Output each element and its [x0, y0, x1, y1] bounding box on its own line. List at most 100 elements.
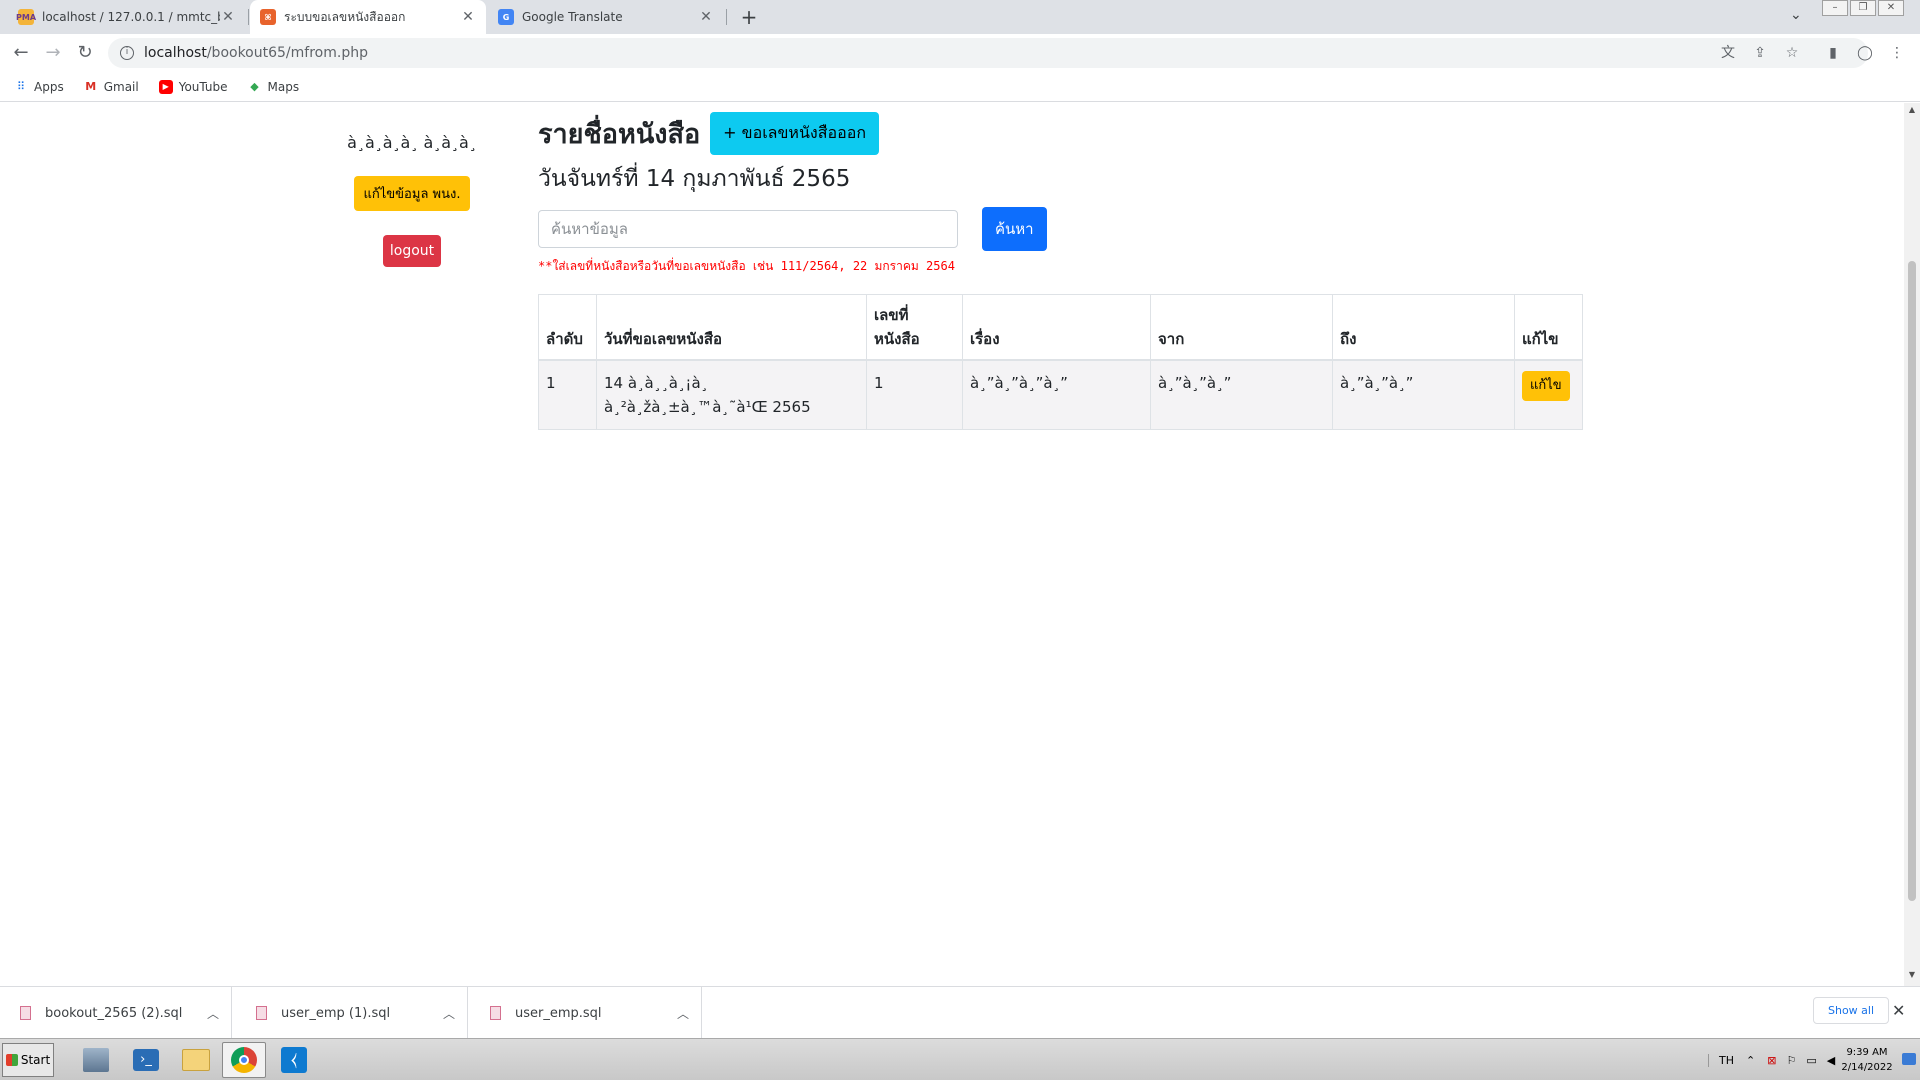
minimize-button[interactable]: –	[1822, 0, 1848, 16]
scroll-up-arrow-icon[interactable]: ▲	[1904, 105, 1920, 119]
chevron-up-icon[interactable]: ︿	[443, 1005, 467, 1022]
powershell-icon: ›_	[133, 1049, 159, 1071]
folder-icon	[182, 1049, 210, 1071]
restore-button[interactable]: ❐	[1850, 0, 1876, 16]
browser-toolbar: ← → ↻ i localhost/bookout65/mfrom.php 文 …	[0, 34, 1920, 72]
bookmark-label: Maps	[267, 79, 300, 94]
youtube-icon: ▶	[158, 79, 173, 94]
page-title: รายชื่อหนังสือ	[538, 119, 701, 150]
apps-grid-icon: ⠿	[16, 80, 26, 93]
download-filename: bookout_2565 (2).sql	[45, 1005, 183, 1021]
reload-icon[interactable]: ↻	[74, 42, 96, 64]
edit-row-button[interactable]: แก้ไข	[1522, 371, 1570, 401]
main-content: รายชื่อหนังสือ + ขอเลขหนังสือออก วันจันท…	[538, 103, 1583, 430]
phpmyadmin-icon: PMA	[16, 9, 36, 25]
gmail-icon: M	[85, 80, 97, 93]
tab-title: localhost / 127.0.0.1 / mmtc_bookou	[42, 10, 220, 24]
tab-title: ระบบขอเลขหนังสือออก	[284, 9, 406, 24]
table-header-row: ลำดับ วันที่ขอเลขหนังสือ เลขที่ หนังสือ …	[538, 294, 1583, 361]
current-date: วันจันทร์ที่ 14 กุมภาพันธ์ 2565	[538, 166, 851, 192]
bookmark-youtube[interactable]: ▶ YouTube	[158, 79, 228, 94]
search-input[interactable]	[538, 210, 958, 248]
taskbar-server-manager[interactable]	[74, 1042, 118, 1078]
download-filename: user_emp.sql	[515, 1005, 602, 1021]
download-item[interactable]: user_emp (1).sql ︿	[236, 987, 468, 1039]
close-window-button[interactable]: ✕	[1878, 0, 1904, 16]
share-icon[interactable]: ⇪	[1750, 43, 1770, 63]
col-header-no: ลำดับ	[538, 294, 597, 361]
cell-to: à¸”à¸”à¸”	[1332, 359, 1515, 430]
display-icon[interactable]: ▭	[1806, 1054, 1816, 1067]
action-center-flag-icon[interactable]: ⚐	[1786, 1054, 1796, 1067]
taskbar-file-explorer[interactable]	[174, 1042, 218, 1078]
close-icon[interactable]: ✕	[698, 9, 714, 25]
cell-subject: à¸”à¸”à¸”à¸”	[962, 359, 1151, 430]
volume-icon[interactable]: ◀	[1827, 1054, 1835, 1067]
tab-google-translate[interactable]: G Google Translate ✕	[488, 0, 724, 34]
close-icon[interactable]: ✕	[1892, 1001, 1905, 1020]
download-item[interactable]: user_emp.sql ︿	[470, 987, 702, 1039]
bookmark-label: Gmail	[103, 79, 139, 94]
show-all-downloads-button[interactable]: Show all	[1813, 997, 1890, 1024]
side-panel-icon[interactable]: ▮	[1823, 43, 1843, 63]
scrollbar-thumb[interactable]	[1908, 261, 1916, 901]
menu-kebab-icon[interactable]: ⋮	[1887, 43, 1907, 63]
cell-edit: แก้ไข	[1514, 359, 1583, 430]
taskbar-powershell[interactable]: ›_	[124, 1042, 168, 1078]
col-header-to: ถึง	[1332, 294, 1515, 361]
system-tray: TH ⌃ ⊠ ⚐ ▭ ◀	[1708, 1039, 1835, 1080]
close-icon[interactable]: ✕	[220, 9, 236, 25]
downloads-bar: bookout_2565 (2).sql ︿ user_emp (1).sql …	[0, 986, 1920, 1039]
bookmark-gmail[interactable]: M Gmail	[84, 80, 139, 94]
star-icon[interactable]: ☆	[1782, 43, 1802, 63]
col-header-doc-no: เลขที่ หนังสือ	[866, 294, 963, 361]
tab-search-chevron-icon[interactable]: ⌄	[1790, 7, 1802, 23]
search-hint: **ใส่เลขที่หนังสือหรือวันที่ขอเลขหนังสือ…	[538, 259, 955, 273]
logout-button[interactable]: logout	[382, 235, 442, 267]
download-item[interactable]: bookout_2565 (2).sql ︿	[0, 987, 232, 1039]
tab-title: Google Translate	[522, 10, 623, 24]
add-book-number-button[interactable]: + ขอเลขหนังสือออก	[710, 112, 879, 155]
browser-tab-strip: PMA localhost / 127.0.0.1 / mmtc_bookou …	[0, 0, 1920, 34]
page-scrollbar[interactable]: ▲ ▼	[1904, 103, 1920, 986]
server-manager-icon	[83, 1048, 109, 1072]
notification-icon[interactable]	[1902, 1053, 1916, 1065]
taskbar-vscode[interactable]: ⧼	[272, 1042, 316, 1078]
address-bar[interactable]: i localhost/bookout65/mfrom.php	[108, 38, 1868, 68]
forward-arrow-icon[interactable]: →	[42, 42, 64, 64]
edit-profile-button[interactable]: แก้ไขข้อมูล พนง.	[353, 176, 471, 211]
search-button[interactable]: ค้นหา	[982, 207, 1047, 251]
taskbar-chrome[interactable]	[222, 1042, 266, 1078]
close-icon[interactable]: ✕	[460, 9, 476, 25]
tab-bookout[interactable]: ⌘ ระบบขอเลขหนังสือออก ✕	[250, 0, 486, 34]
input-language[interactable]: TH	[1708, 1053, 1744, 1067]
translate-icon: G	[498, 9, 514, 25]
col-header-subject: เรื่อง	[962, 294, 1151, 361]
col-header-date: วันที่ขอเลขหนังสือ	[596, 294, 867, 361]
url-host: localhost	[144, 45, 207, 61]
scroll-down-arrow-icon[interactable]: ▼	[1904, 970, 1920, 984]
url-path: /bookout65/mfrom.php	[206, 45, 368, 61]
window-controls: – ❐ ✕	[1820, 0, 1904, 18]
user-name: à¸à¸à¸à¸ à¸à¸à¸	[347, 133, 477, 152]
chrome-icon	[231, 1047, 257, 1073]
file-icon	[20, 1006, 31, 1020]
back-arrow-icon[interactable]: ←	[10, 42, 32, 64]
chevron-up-icon[interactable]: ︿	[207, 1005, 231, 1022]
bookmark-apps[interactable]: ⠿ Apps	[14, 80, 64, 94]
start-button[interactable]: Start	[2, 1043, 54, 1077]
tab-phpmyadmin[interactable]: PMA localhost / 127.0.0.1 / mmtc_bookou …	[8, 0, 246, 34]
profile-avatar-icon[interactable]: ◯	[1855, 43, 1875, 63]
show-hidden-icons-chevron-icon[interactable]: ⌃	[1746, 1054, 1755, 1067]
cell-no: 1	[538, 359, 597, 430]
col-header-edit: แก้ไข	[1514, 294, 1583, 361]
bookmark-maps[interactable]: ◆ Maps	[248, 79, 300, 94]
translate-page-icon[interactable]: 文	[1718, 43, 1738, 63]
chevron-up-icon[interactable]: ︿	[677, 1005, 701, 1022]
site-info-icon[interactable]: i	[120, 46, 134, 60]
new-tab-button[interactable]: +	[737, 5, 761, 29]
cell-doc-no: 1	[866, 359, 963, 430]
file-icon	[490, 1006, 501, 1020]
system-clock[interactable]: 9:39 AM 2/14/2022	[1835, 1045, 1899, 1075]
network-icon[interactable]: ⊠	[1767, 1054, 1776, 1067]
